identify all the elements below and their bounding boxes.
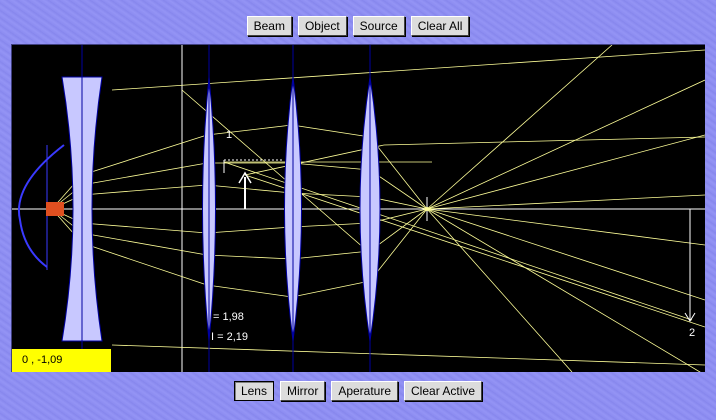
beam-button[interactable]: Beam xyxy=(246,16,292,36)
clear-all-button[interactable]: Clear All xyxy=(410,16,470,36)
bottom-toolbar: Lens Mirror Aperature Clear Active xyxy=(0,377,716,405)
optics-canvas[interactable]: 1 2 = 1,98 I = 2,19 0 , -1,09 xyxy=(11,44,705,372)
lens-button[interactable]: Lens xyxy=(233,381,274,401)
focal-point xyxy=(425,207,429,211)
light-source xyxy=(46,202,64,216)
measurement-2: I = 2,19 xyxy=(211,331,249,343)
top-toolbar: Beam Object Source Clear All xyxy=(0,12,716,40)
measurement-1: = 1,98 xyxy=(213,311,244,323)
coordinate-readout: 0 , -1,09 xyxy=(12,349,111,372)
object-button[interactable]: Object xyxy=(297,16,347,36)
source-button[interactable]: Source xyxy=(352,16,405,36)
optics-drawing xyxy=(12,45,705,372)
image-label: 2 xyxy=(689,327,696,339)
object-label: 1 xyxy=(226,129,233,141)
mirror-button[interactable]: Mirror xyxy=(279,381,326,401)
clear-active-button[interactable]: Clear Active xyxy=(404,381,483,401)
aperture-button[interactable]: Aperature xyxy=(331,381,399,401)
